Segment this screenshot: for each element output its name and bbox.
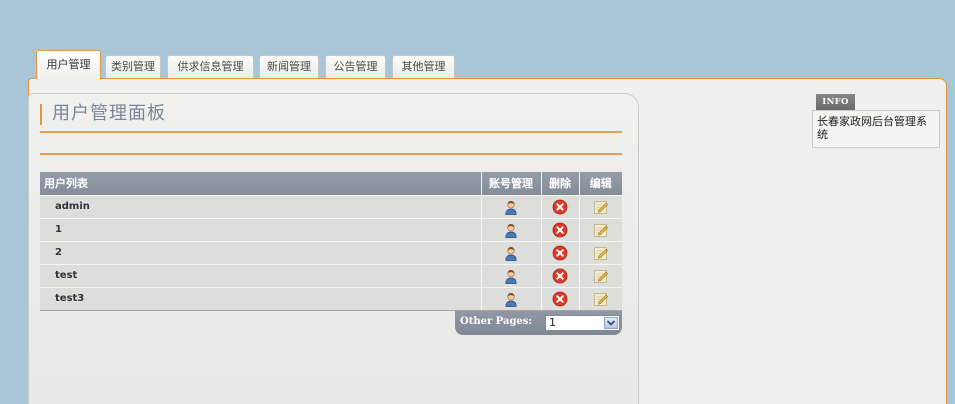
user-name: test3 bbox=[40, 286, 481, 311]
user-list-header: 用户列表 bbox=[40, 172, 481, 195]
tab-supply-demand-management[interactable]: 供求信息管理 bbox=[167, 55, 254, 78]
user-icon[interactable] bbox=[503, 291, 519, 307]
user-name: 2 bbox=[40, 240, 481, 264]
user-icon[interactable] bbox=[503, 199, 519, 215]
tab-news-management[interactable]: 新闻管理 bbox=[259, 55, 319, 78]
page-select[interactable]: 1 bbox=[545, 315, 620, 331]
edit-icon[interactable] bbox=[593, 245, 609, 261]
dropdown-button[interactable] bbox=[604, 317, 618, 329]
tab-other-management[interactable]: 其他管理 bbox=[392, 55, 455, 78]
table-header-row: 用户列表 账号管理 删除 编辑 bbox=[40, 172, 622, 195]
user-name: 1 bbox=[40, 217, 481, 241]
page-title: 用户管理面板 bbox=[52, 103, 166, 124]
table-row: 2 bbox=[40, 240, 622, 264]
pagination-bar: Other Pages: 1 bbox=[455, 311, 622, 335]
user-table: 用户列表 账号管理 删除 编辑 admin 1 2 test test3 bbox=[40, 172, 622, 311]
tab-category-management[interactable]: 类别管理 bbox=[105, 55, 161, 78]
info-text: 长春家政网后台管理系统 bbox=[812, 110, 940, 148]
user-name: test bbox=[40, 263, 481, 287]
table-row: admin bbox=[40, 194, 622, 218]
edit-icon[interactable] bbox=[593, 199, 609, 215]
account-manage-header: 账号管理 bbox=[480, 172, 541, 195]
user-management-panel: 用户管理面板 用户列表 账号管理 删除 编辑 admin 1 2 test te… bbox=[28, 93, 639, 404]
delete-header: 删除 bbox=[540, 172, 579, 195]
table-row: test3 bbox=[40, 286, 622, 311]
user-icon[interactable] bbox=[503, 222, 519, 238]
tab-user-management[interactable]: 用户管理 bbox=[36, 50, 101, 79]
tab-announcement-management[interactable]: 公告管理 bbox=[325, 55, 386, 78]
delete-icon[interactable] bbox=[552, 199, 568, 215]
delete-icon[interactable] bbox=[552, 222, 568, 238]
pagination-label: Other Pages: bbox=[460, 316, 533, 327]
delete-icon[interactable] bbox=[552, 245, 568, 261]
title-accent bbox=[40, 104, 42, 125]
chevron-down-icon bbox=[607, 320, 615, 326]
edit-header: 编辑 bbox=[578, 172, 622, 195]
user-icon[interactable] bbox=[503, 268, 519, 284]
user-icon[interactable] bbox=[503, 245, 519, 261]
title-divider bbox=[40, 131, 622, 133]
page-select-value: 1 bbox=[549, 316, 556, 329]
edit-icon[interactable] bbox=[593, 291, 609, 307]
delete-icon[interactable] bbox=[552, 268, 568, 284]
table-row: 1 bbox=[40, 217, 622, 241]
user-name: admin bbox=[40, 194, 481, 218]
table-row: test bbox=[40, 263, 622, 287]
section-divider bbox=[40, 153, 622, 155]
edit-icon[interactable] bbox=[593, 222, 609, 238]
delete-icon[interactable] bbox=[552, 291, 568, 307]
info-label: INFO bbox=[816, 94, 855, 110]
edit-icon[interactable] bbox=[593, 268, 609, 284]
